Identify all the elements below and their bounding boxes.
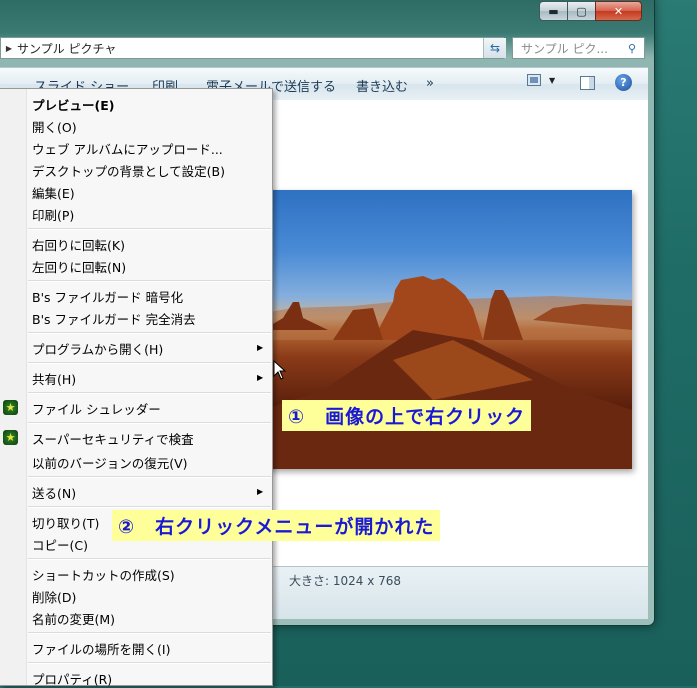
preview-pane-icon[interactable]: [580, 76, 595, 90]
breadcrumb-arrow-icon[interactable]: ▶: [1, 44, 17, 53]
menu-item-rotate-counterclockwise[interactable]: 左回りに回転(N): [32, 257, 126, 276]
menu-item-delete[interactable]: 削除(D): [32, 587, 76, 606]
security-star-icon: ★: [3, 430, 18, 445]
menu-item-send-to[interactable]: 送る(N): [32, 483, 76, 502]
menu-item-cut[interactable]: 切り取り(T): [32, 513, 99, 532]
mouse-cursor-icon: [273, 360, 287, 380]
menu-item-super-security-scan[interactable]: スーパーセキュリティで検査: [32, 429, 194, 448]
menu-separator: [28, 228, 271, 230]
menu-separator: [28, 506, 271, 508]
menu-separator: [28, 422, 271, 424]
caption-buttons: ▬ ▢ ✕: [539, 1, 642, 21]
view-icon[interactable]: [527, 74, 541, 86]
menu-item-file-shredder[interactable]: ファイル シュレッダー: [32, 399, 161, 418]
more-button[interactable]: »: [426, 76, 434, 91]
submenu-arrow-icon: ▶: [257, 343, 264, 352]
menu-item-filegard-encrypt[interactable]: B's ファイルガード 暗号化: [32, 287, 183, 306]
view-options[interactable]: ▼: [527, 74, 555, 86]
menu-separator: [28, 558, 271, 560]
menu-item-open-with[interactable]: プログラムから開く(H): [32, 339, 163, 358]
submenu-arrow-icon: ▶: [257, 373, 264, 382]
annotation-step2: ② 右クリックメニューが開かれた: [112, 510, 441, 541]
menu-separator: [28, 362, 271, 364]
menu-item-properties[interactable]: プロパティ(R): [32, 669, 112, 688]
menu-item-edit[interactable]: 編集(E): [32, 183, 75, 202]
menu-separator: [28, 392, 271, 394]
menu-item-rotate-clockwise[interactable]: 右回りに回転(K): [32, 235, 125, 254]
security-star-icon: ★: [3, 400, 18, 415]
menu-item-preview[interactable]: プレビュー(E): [32, 95, 114, 114]
menu-item-open[interactable]: 開く(O): [32, 117, 77, 136]
search-icon[interactable]: ⚲: [628, 42, 644, 55]
menu-separator: [28, 662, 271, 664]
refresh-icon[interactable]: ⇆: [483, 38, 506, 58]
context-menu: プレビュー(E) 開く(O) ウェブ アルバムにアップロード... デスクトップ…: [0, 88, 273, 688]
view-dropdown-icon[interactable]: ▼: [549, 76, 555, 85]
menu-separator: [28, 632, 271, 634]
menu-item-print[interactable]: 印刷(P): [32, 205, 74, 224]
annotation-step1: ① 画像の上で右クリック: [282, 400, 532, 431]
menu-item-rename[interactable]: 名前の変更(M): [32, 609, 115, 628]
help-icon[interactable]: ?: [615, 74, 632, 91]
menu-item-restore-previous-versions[interactable]: 以前のバージョンの復元(V): [32, 453, 188, 472]
burn-button[interactable]: 書き込む: [356, 76, 408, 95]
menu-item-open-file-location[interactable]: ファイルの場所を開く(I): [32, 639, 170, 658]
menu-icon-gutter: [0, 89, 27, 685]
address-bar[interactable]: ▶ サンプル ピクチャ ▼: [0, 37, 504, 59]
submenu-arrow-icon: ▶: [257, 487, 264, 496]
menu-separator: [28, 476, 271, 478]
menu-item-set-desktop-background[interactable]: デスクトップの背景として設定(B): [32, 161, 225, 180]
menu-item-upload-web-album[interactable]: ウェブ アルバムにアップロード...: [32, 139, 223, 158]
menu-item-create-shortcut[interactable]: ショートカットの作成(S): [32, 565, 175, 584]
menu-item-copy[interactable]: コピー(C): [32, 535, 88, 554]
search-box[interactable]: サンプル ピク... ⚲: [512, 37, 645, 59]
menu-separator: [28, 280, 271, 282]
menu-item-filegard-erase[interactable]: B's ファイルガード 完全消去: [32, 309, 196, 328]
image-size-text: 大きさ: 1024 x 768: [289, 574, 402, 588]
menu-item-share[interactable]: 共有(H): [32, 369, 76, 388]
minimize-button[interactable]: ▬: [539, 1, 568, 21]
search-input[interactable]: サンプル ピク...: [521, 40, 628, 57]
close-button[interactable]: ✕: [595, 1, 642, 21]
address-path: サンプル ピクチャ: [17, 41, 117, 56]
maximize-button[interactable]: ▢: [567, 1, 596, 21]
menu-separator: [28, 332, 271, 334]
